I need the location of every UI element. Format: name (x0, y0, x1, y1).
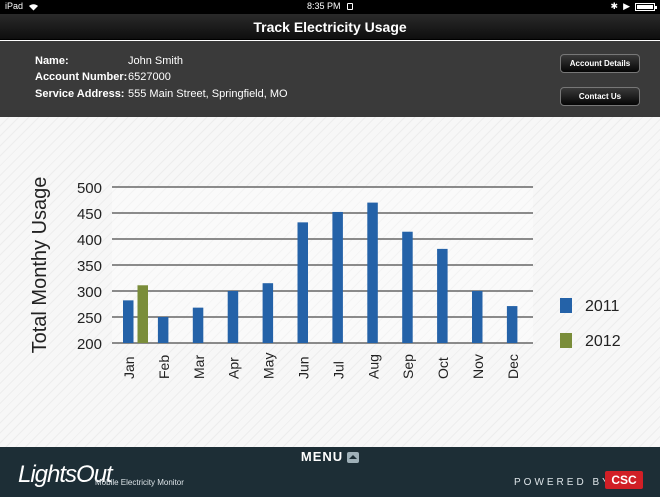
name-value: John Smith (128, 55, 184, 67)
legend-label-2012: 2012 (585, 333, 621, 350)
x-tick-label: Sep (400, 354, 416, 379)
legend-swatch-2012 (560, 333, 572, 348)
bar-2011-aug (367, 202, 378, 343)
x-tick-label: Jul (330, 361, 346, 379)
account-panel: Name: John Smith Account Number: 6527000… (0, 41, 660, 117)
footer: MENU LightsOut Mobile Electricity Monito… (0, 443, 660, 497)
legend-swatch-2011 (560, 298, 572, 313)
contact-us-button[interactable]: Contact Us (560, 87, 640, 106)
status-time: 8:35 PM (306, 1, 341, 11)
x-tick-label: Oct (435, 357, 451, 379)
app-tagline: Mobile Electricity Monitor (95, 478, 184, 487)
menu-label: MENU (300, 449, 344, 464)
y-tick-label: 450 (77, 206, 102, 223)
powered-by-label: POWERED BY (514, 477, 612, 488)
menu-button[interactable]: MENU (210, 443, 450, 467)
battery-icon (635, 2, 657, 11)
service-address-label: Service Address: (35, 88, 125, 100)
usage-chart-area: 200 250 300 350 400 450 500 Total Monthy Usage J… (0, 117, 660, 447)
bar-2011-jun (297, 222, 308, 343)
y-tick-label: 250 (77, 310, 102, 327)
legend-label-2011: 2011 (585, 298, 620, 315)
service-address-value: 555 Main Street, Springfield, MO (128, 88, 288, 100)
csc-logo: CSC (605, 471, 643, 489)
bar-2011-feb (157, 317, 169, 343)
account-number-row: Account Number: 6527000 (35, 71, 171, 83)
page-title: Track Electricity Usage (0, 14, 660, 40)
bar-2011-dec (506, 306, 518, 343)
usage-chart: 200 250 300 350 400 450 500 Total Monthy Usage J… (29, 177, 621, 379)
bar-2011-mar (192, 307, 204, 343)
y-axis-label: Total Monthy Usage (29, 177, 51, 354)
account-details-button[interactable]: Account Details (560, 54, 640, 73)
x-tick-label: Mar (191, 355, 207, 379)
account-number-label: Account Number: (35, 71, 128, 83)
account-number-value: 6527000 (128, 71, 171, 83)
lock-icon (347, 3, 354, 10)
name-label: Name: (35, 55, 69, 67)
y-tick-label: 350 (77, 258, 102, 275)
x-tick-label: Aug (365, 354, 381, 379)
bluetooth-icon: ✱ (610, 1, 619, 11)
bar-2011-sep (402, 231, 413, 343)
bar-2011-jan (123, 300, 134, 343)
x-tick-label: Apr (226, 357, 242, 379)
service-address-row: Service Address: 555 Main Street, Spring… (35, 88, 288, 100)
y-tick-label: 500 (77, 180, 102, 197)
x-tick-label: May (261, 353, 277, 379)
y-tick-label: 400 (77, 232, 102, 249)
play-icon: ▶ (623, 1, 630, 11)
y-tick-label: 200 (77, 336, 102, 353)
x-tick-label: Feb (156, 355, 172, 379)
x-tick-label: Nov (470, 354, 486, 379)
status-bar: iPad 8:35 PM ✱ ▶ (0, 0, 660, 14)
bar-2011-nov (472, 291, 483, 343)
caret-up-icon (347, 452, 360, 464)
x-tick-label: Jun (296, 356, 312, 379)
bar-2011-apr (227, 291, 239, 343)
bar-2012-jan (137, 285, 148, 343)
bar-2011-jul (332, 211, 343, 343)
account-name-row: Name: John Smith (35, 55, 183, 67)
x-tick-label: Jan (121, 356, 137, 379)
x-tick-label: Dec (505, 354, 521, 379)
bar-2011-oct (437, 248, 448, 343)
bar-2011-may (262, 283, 274, 343)
y-tick-label: 300 (77, 284, 102, 301)
